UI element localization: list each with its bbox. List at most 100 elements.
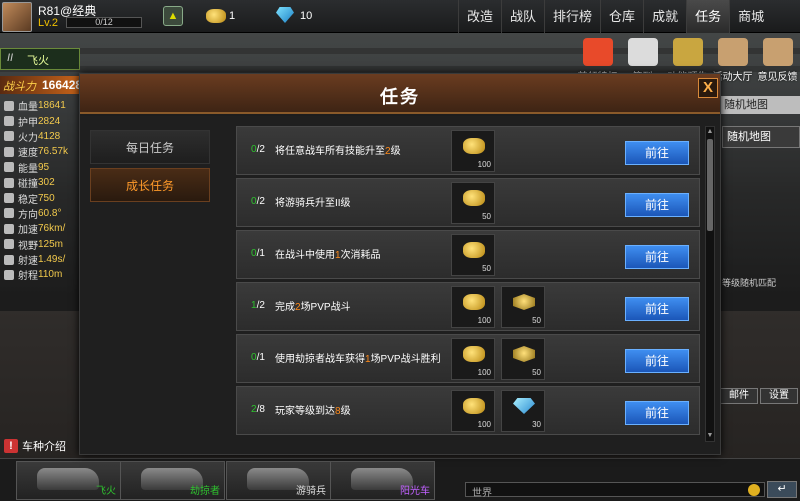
task-description: 将任意战车所有技能升至2级 <box>275 138 445 166</box>
mail-button[interactable]: 邮件 <box>720 388 758 404</box>
task-description: 玩家等级到达8级 <box>275 398 445 426</box>
scroll-thumb[interactable] <box>707 139 713 231</box>
task-desc-text: 场PVP战斗 <box>300 302 351 313</box>
vehicle-name: 游骑兵 <box>296 486 326 497</box>
reward-quantity: 50 <box>482 264 491 273</box>
gold-coin-icon <box>463 138 485 154</box>
task-progress: 1/2 <box>251 300 265 311</box>
stat-row: 护甲 2824 <box>0 113 80 129</box>
task-progress-total: 2 <box>259 196 265 207</box>
task-progress-total: 2 <box>259 300 265 311</box>
go-button[interactable]: 前往 <box>625 245 689 269</box>
stat-row: 速度 76.57k <box>0 144 80 159</box>
reward-slot[interactable]: 100 <box>451 286 495 328</box>
close-button[interactable]: X <box>698 78 718 98</box>
gem-count: 10 <box>300 10 313 22</box>
stat-name: 火力 <box>18 132 38 144</box>
garage-vehicle[interactable]: 劫掠者 <box>120 461 225 500</box>
tab-growth[interactable]: 成长任务 <box>90 168 210 202</box>
stat-value: 4128 <box>38 130 61 142</box>
rank-icon[interactable]: ▲ <box>163 6 183 26</box>
nav-tab-1[interactable]: 战队 <box>501 0 544 33</box>
feedback-icon <box>763 38 793 66</box>
tank-tier: II <box>7 52 14 64</box>
task-progress-total: 1 <box>259 352 265 363</box>
tank-selector[interactable]: II 飞火 <box>0 48 80 70</box>
go-button[interactable]: 前往 <box>625 349 689 373</box>
task-description: 完成2场PVP战斗 <box>275 294 445 322</box>
reward-slot[interactable]: 50 <box>501 286 545 328</box>
stat-icon <box>4 208 14 219</box>
reward-slot[interactable]: 50 <box>501 338 545 380</box>
nav-tab-4[interactable]: 成就 <box>643 0 686 33</box>
stat-icon <box>4 116 14 127</box>
task-desc-text: 将游骑兵升至II级 <box>275 198 351 209</box>
stat-name: 速度 <box>18 148 38 160</box>
gold-coin-icon <box>463 398 485 414</box>
stat-name: 射程 <box>18 271 38 283</box>
reward-slot[interactable]: 100 <box>451 130 495 172</box>
dialog-body: 每日任务 成长任务 0/2 将任意战车所有技能升至2级 100 前往 0/2 将游骑兵升至I… <box>80 116 720 454</box>
task-progress-total: 1 <box>259 248 265 259</box>
garage-vehicle[interactable]: 阳光车 <box>330 461 435 500</box>
gold-coin-icon <box>463 242 485 258</box>
gold-coin-icon <box>463 294 485 310</box>
settings-button[interactable]: 设置 <box>760 388 798 404</box>
match-mode-text: 等级随机匹配 <box>722 278 777 288</box>
task-desc-text: 次消耗品 <box>340 250 381 261</box>
stat-name: 血量 <box>18 102 38 114</box>
reward-slot[interactable]: 50 <box>451 182 495 224</box>
gold-coin-icon <box>463 190 485 206</box>
task-desc-text: 完成 <box>275 302 295 313</box>
avatar[interactable] <box>2 2 32 32</box>
nav-tab-0[interactable]: 改造 <box>458 0 501 33</box>
feature-label: 意见反馈 <box>757 72 798 83</box>
tank-type-intro-button[interactable]: ! 车种介绍 <box>4 437 74 455</box>
tab-daily[interactable]: 每日任务 <box>90 130 210 164</box>
diamond-icon <box>276 7 294 23</box>
reward-quantity: 100 <box>477 316 491 325</box>
task-desc-text: 级 <box>340 406 351 417</box>
diamond-icon <box>513 398 535 414</box>
garage-vehicle[interactable]: 游骑兵 <box>226 461 331 500</box>
reward-slot[interactable]: 100 <box>451 338 495 380</box>
nav-tab-3[interactable]: 仓库 <box>600 0 643 33</box>
garage-vehicle[interactable]: 飞火 <box>16 461 121 500</box>
scroll-up-icon[interactable]: ▲ <box>706 127 714 137</box>
task-row: 0/1 在战斗中使用1次消耗品 50 前往 <box>236 230 700 279</box>
reward-quantity: 50 <box>532 368 541 377</box>
chat-input[interactable]: 世界 <box>465 482 765 499</box>
task-category-tabs: 每日任务 成长任务 <box>90 130 210 206</box>
go-button[interactable]: 前往 <box>625 297 689 321</box>
go-button[interactable]: 前往 <box>625 193 689 217</box>
task-list-scrollbar[interactable]: ▲ ▼ <box>705 126 715 442</box>
stat-name: 射速 <box>18 256 38 268</box>
reward-quantity: 50 <box>482 212 491 221</box>
coin-count: 1 <box>229 10 236 22</box>
feature-feedback[interactable]: 意见反馈 <box>755 36 800 83</box>
stat-list: 血量 18641 护甲 2824 火力 4128 速度 76.57k 能量 95 碰撞 302 稳定 75… <box>0 98 80 283</box>
random-map-button[interactable]: 随机地图 <box>722 126 800 148</box>
go-button[interactable]: 前往 <box>625 401 689 425</box>
task-progress-total: 8 <box>259 404 265 415</box>
nav-tab-2[interactable]: 排行榜 <box>544 0 600 33</box>
player-level: Lv.2 <box>38 17 58 29</box>
reward-slot[interactable]: 30 <box>501 390 545 432</box>
reward-slot[interactable]: 100 <box>451 390 495 432</box>
go-button[interactable]: 前往 <box>625 141 689 165</box>
stat-value: 110m <box>38 269 63 281</box>
task-row: 0/1 使用劫掠者战车获得1场PVP战斗胜利 100 50 前往 <box>236 334 700 383</box>
task-row: 0/2 将任意战车所有技能升至2级 100 前往 <box>236 126 700 175</box>
tank-name: 飞火 <box>27 55 49 67</box>
stat-value: 76km/ <box>38 223 66 235</box>
nav-tab-6[interactable]: 商城 <box>729 0 772 33</box>
reward-slot[interactable]: 50 <box>451 234 495 276</box>
chat-channel[interactable]: 世界 <box>472 484 492 499</box>
stat-row: 视野 125m <box>0 237 80 252</box>
task-row: 1/2 完成2场PVP战斗 100 50 前往 <box>236 282 700 331</box>
send-button[interactable]: ↵ <box>767 481 797 498</box>
emoji-icon[interactable] <box>748 484 760 496</box>
scroll-down-icon[interactable]: ▼ <box>706 431 714 441</box>
task-row: 2/8 玩家等级到达8级 100 30 前往 <box>236 386 700 435</box>
nav-tab-5[interactable]: 任务 <box>686 0 730 33</box>
